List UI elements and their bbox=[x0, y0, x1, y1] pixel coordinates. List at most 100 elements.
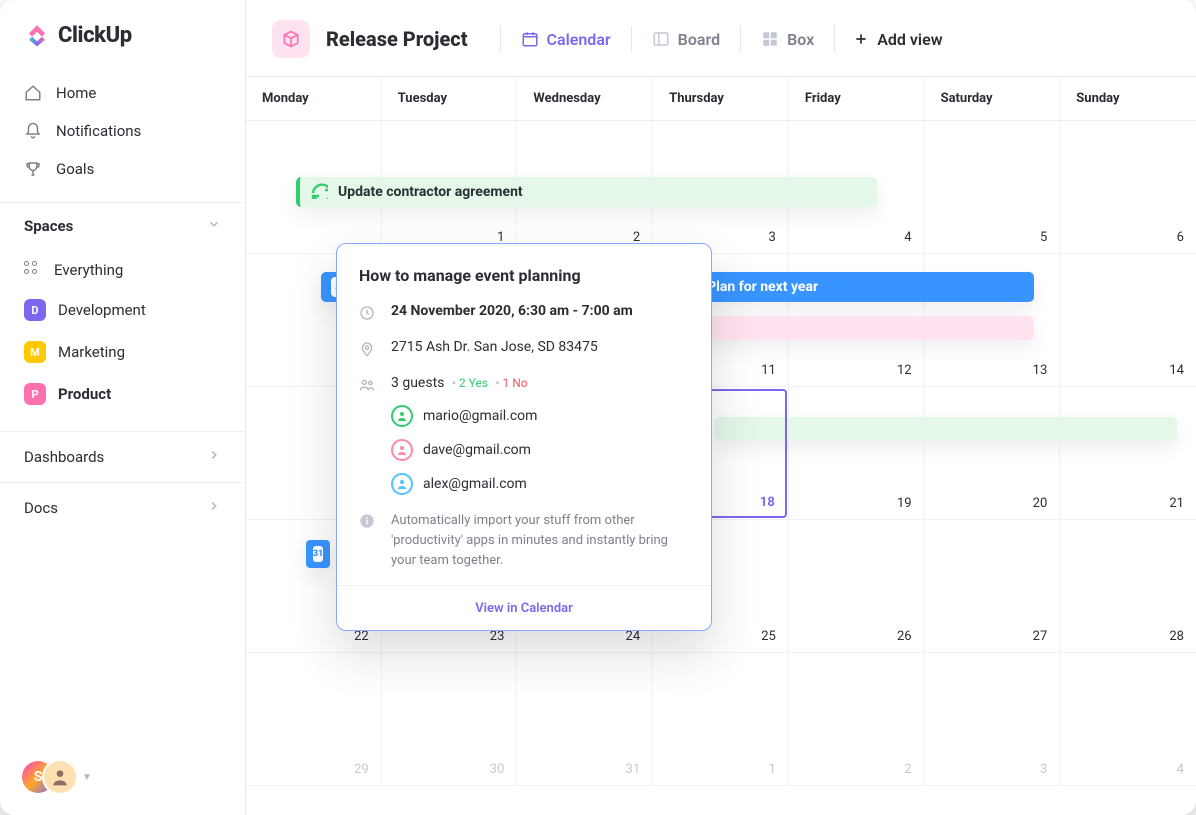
day-cell[interactable]: 27 bbox=[925, 520, 1061, 653]
space-product[interactable]: P Product bbox=[12, 373, 233, 415]
day-cell[interactable]: 2 bbox=[789, 653, 925, 786]
caret-down-icon: ▼ bbox=[82, 772, 92, 783]
view-in-calendar-link[interactable]: View in Calendar bbox=[475, 601, 573, 616]
popup-location-row: 2715 Ash Dr. San Jose, SD 83475 bbox=[359, 339, 689, 361]
space-label: Product bbox=[58, 385, 111, 403]
space-chip: D bbox=[24, 299, 46, 321]
guest-item[interactable]: dave@gmail.com bbox=[391, 439, 689, 461]
divider bbox=[631, 26, 632, 52]
spaces-label: Spaces bbox=[24, 217, 73, 235]
box-icon bbox=[761, 30, 779, 48]
nav-dashboards[interactable]: Dashboards bbox=[0, 431, 245, 482]
popup-guests-row: 3 guests • 2 Yes • 1 No bbox=[359, 375, 689, 397]
day-cell[interactable]: 28 bbox=[1060, 520, 1196, 653]
divider bbox=[500, 26, 501, 52]
popup-title: How to manage event planning bbox=[359, 266, 689, 285]
day-cell[interactable]: 4 bbox=[1060, 653, 1196, 786]
trophy-icon bbox=[24, 160, 42, 178]
nav-label: Goals bbox=[56, 160, 94, 178]
event-pink-bar[interactable] bbox=[691, 316, 1033, 340]
bell-icon bbox=[24, 122, 42, 140]
day-cell[interactable]: 3 bbox=[925, 653, 1061, 786]
calendar-header-row: Monday Tuesday Wednesday Thursday Friday… bbox=[246, 77, 1196, 121]
popup-datetime: 24 November 2020, 6:30 am - 7:00 am bbox=[391, 303, 633, 319]
primary-nav: Home Notifications Goals bbox=[0, 72, 245, 202]
nav-docs[interactable]: Docs bbox=[0, 482, 245, 533]
view-label: Calendar bbox=[547, 30, 611, 49]
view-label: Board bbox=[678, 30, 720, 49]
workspace-switcher[interactable]: S ▼ bbox=[0, 739, 245, 815]
guest-list: mario@gmail.com dave@gmail.com alex@gmai… bbox=[391, 405, 689, 495]
guests-yes: 2 Yes bbox=[459, 376, 488, 390]
day-cell[interactable]: 31 bbox=[517, 653, 653, 786]
guest-avatar-icon bbox=[391, 473, 413, 495]
popup-footer: View in Calendar bbox=[337, 585, 711, 630]
view-box[interactable]: Box bbox=[759, 26, 816, 53]
info-icon bbox=[359, 513, 375, 533]
day-cell[interactable]: 6 bbox=[1060, 121, 1196, 254]
topbar: Release Project Calendar Board Box Add v… bbox=[246, 0, 1196, 77]
clock-icon bbox=[359, 305, 375, 325]
day-header: Thursday bbox=[653, 77, 789, 120]
space-marketing[interactable]: M Marketing bbox=[12, 331, 233, 373]
popup-datetime-row: 24 November 2020, 6:30 am - 7:00 am bbox=[359, 303, 689, 325]
event-small-blue[interactable]: 31 bbox=[306, 540, 330, 568]
guest-avatar-icon bbox=[391, 439, 413, 461]
event-title: Update contractor agreement bbox=[338, 184, 523, 200]
view-calendar[interactable]: Calendar bbox=[519, 26, 613, 53]
popup-description: Automatically import your stuff from oth… bbox=[391, 511, 689, 571]
space-label: Marketing bbox=[58, 343, 125, 361]
recurring-icon bbox=[310, 181, 328, 203]
guest-email: mario@gmail.com bbox=[423, 408, 537, 424]
popup-description-row: Automatically import your stuff from oth… bbox=[359, 511, 689, 571]
brand-name: ClickUp bbox=[58, 23, 132, 48]
day-cell[interactable]: 26 bbox=[789, 520, 925, 653]
nav-label: Notifications bbox=[56, 122, 141, 140]
day-cell[interactable]: 5 bbox=[925, 121, 1061, 254]
space-development[interactable]: D Development bbox=[12, 289, 233, 331]
space-list: Everything D Development M Marketing P P… bbox=[0, 247, 245, 431]
spaces-header[interactable]: Spaces bbox=[0, 202, 245, 247]
add-view-button[interactable]: Add view bbox=[853, 30, 942, 49]
day-header: Monday bbox=[246, 77, 382, 120]
day-cell[interactable]: 21 bbox=[1060, 387, 1196, 520]
event-title: Plan for next year bbox=[707, 279, 818, 295]
event-plan-next-year[interactable]: 31 Plan for next year bbox=[667, 272, 1033, 302]
divider bbox=[834, 26, 835, 52]
event-update-contractor[interactable]: Update contractor agreement bbox=[296, 177, 877, 207]
day-cell[interactable]: 20 bbox=[925, 387, 1061, 520]
event-mint-bar[interactable] bbox=[715, 417, 1177, 441]
plus-icon bbox=[853, 31, 869, 47]
day-header: Saturday bbox=[925, 77, 1061, 120]
chevron-right-icon bbox=[207, 448, 221, 466]
avatar-stack: S bbox=[22, 761, 76, 793]
nav-notifications[interactable]: Notifications bbox=[12, 112, 233, 150]
space-chip: M bbox=[24, 341, 46, 363]
nav-home[interactable]: Home bbox=[12, 74, 233, 112]
nav-label: Home bbox=[56, 84, 96, 102]
guest-item[interactable]: alex@gmail.com bbox=[391, 473, 689, 495]
guest-email: alex@gmail.com bbox=[423, 476, 527, 492]
day-cell[interactable]: 30 bbox=[382, 653, 518, 786]
space-label: Development bbox=[58, 301, 146, 319]
guest-item[interactable]: mario@gmail.com bbox=[391, 405, 689, 427]
app-window: ClickUp Home Notifications Goals bbox=[0, 0, 1196, 815]
main-area: Release Project Calendar Board Box Add v… bbox=[246, 0, 1196, 815]
add-view-label: Add view bbox=[877, 30, 942, 49]
home-icon bbox=[24, 84, 42, 102]
day-header: Wednesday bbox=[517, 77, 653, 120]
brand-logo[interactable]: ClickUp bbox=[0, 0, 245, 72]
day-header: Sunday bbox=[1060, 77, 1196, 120]
divider bbox=[740, 26, 741, 52]
day-cell[interactable]: 19 bbox=[789, 387, 925, 520]
guests-icon bbox=[359, 377, 375, 397]
day-cell[interactable]: 1 bbox=[653, 653, 789, 786]
day-cell[interactable]: 29 bbox=[246, 653, 382, 786]
view-board[interactable]: Board bbox=[650, 26, 722, 53]
space-everything[interactable]: Everything bbox=[12, 251, 233, 289]
popup-location: 2715 Ash Dr. San Jose, SD 83475 bbox=[391, 339, 598, 355]
nav-goals[interactable]: Goals bbox=[12, 150, 233, 188]
day-cell[interactable]: 14 bbox=[1060, 254, 1196, 387]
day-header: Tuesday bbox=[382, 77, 518, 120]
guests-count: 3 guests bbox=[391, 375, 444, 391]
